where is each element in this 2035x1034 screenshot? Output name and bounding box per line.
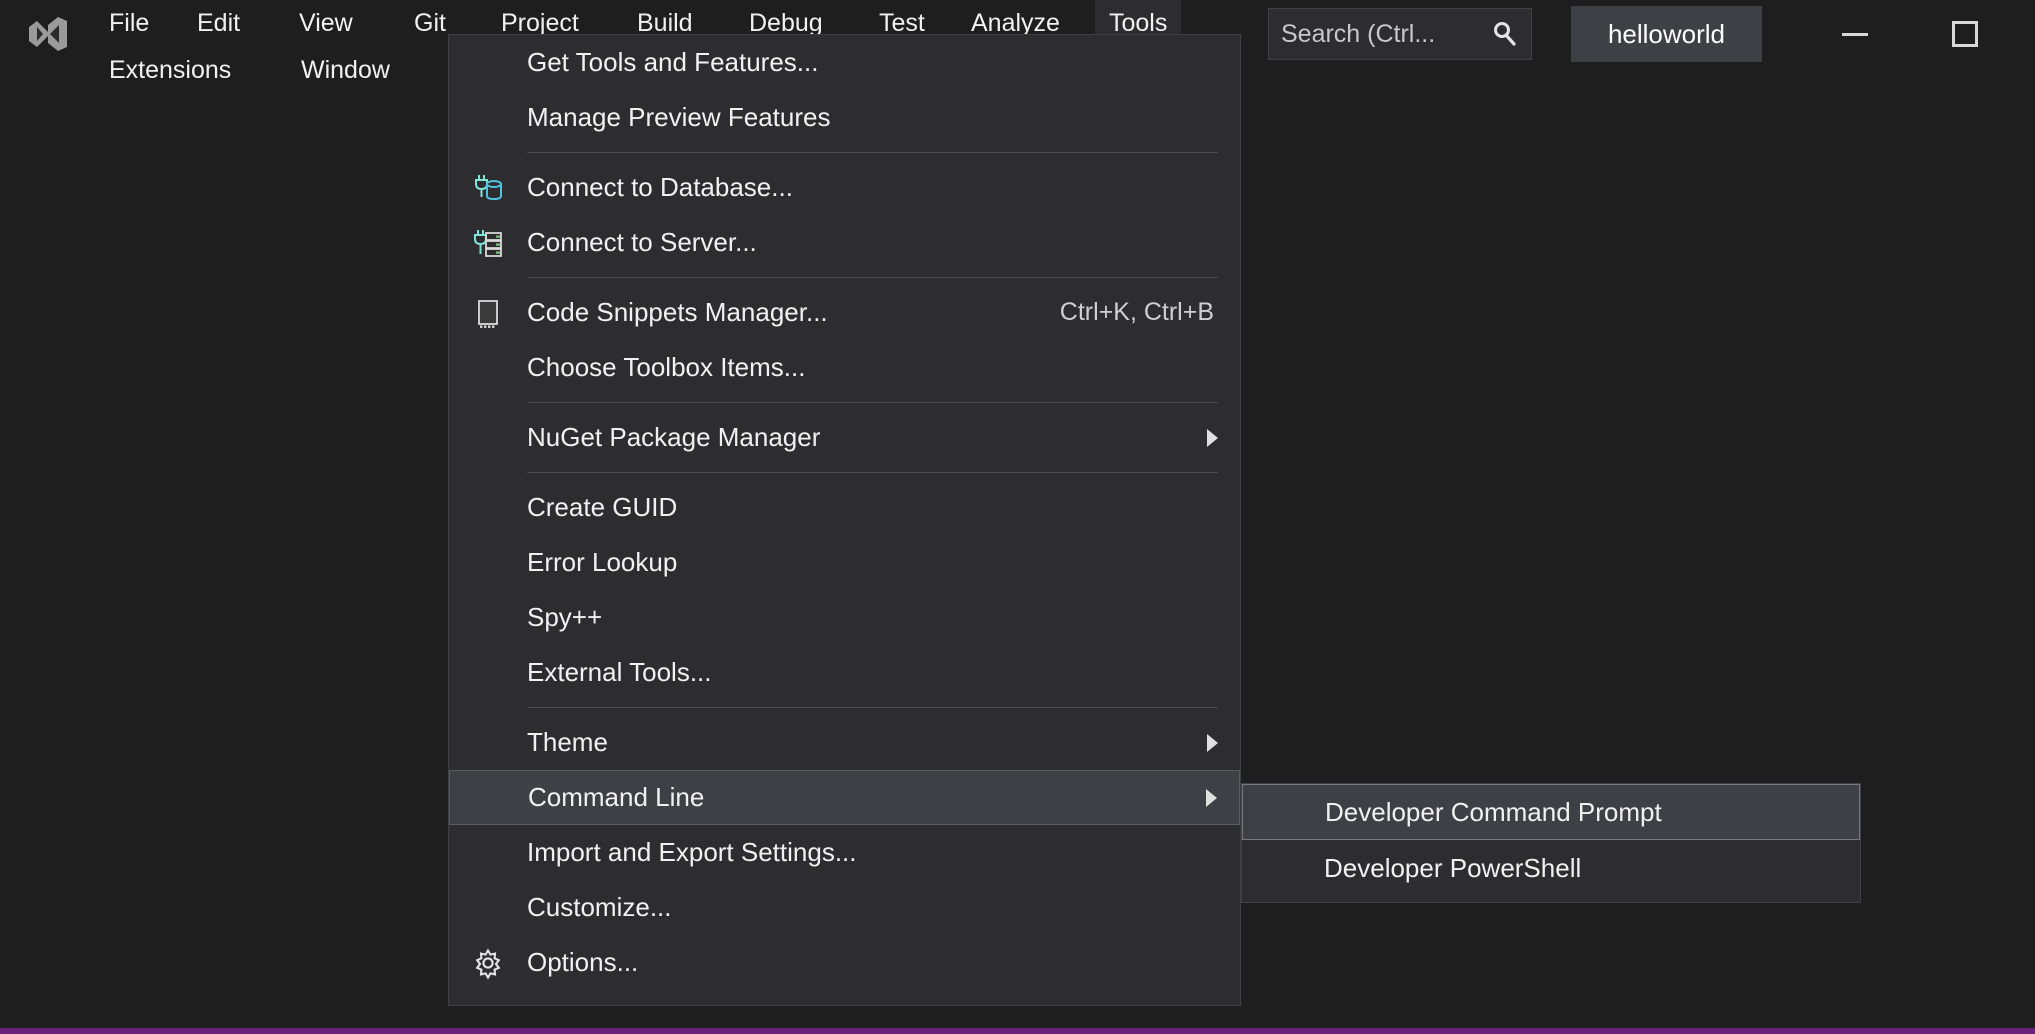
- menu-item-manage-preview-features[interactable]: Manage Preview Features: [449, 90, 1240, 145]
- solution-name-label: helloworld: [1608, 19, 1725, 50]
- maximize-icon: [1952, 21, 1978, 47]
- menu-item-label: Code Snippets Manager...: [527, 297, 1060, 328]
- menu-item-label: Get Tools and Features...: [527, 47, 1240, 78]
- maximize-button[interactable]: [1925, 6, 2005, 62]
- connect-to-server-icon: [449, 226, 527, 260]
- submenu-item-label: Developer Command Prompt: [1325, 797, 1662, 828]
- tools-menu-dropdown: Get Tools and Features... Manage Preview…: [448, 34, 1241, 1006]
- menu-item-label: Choose Toolbox Items...: [527, 352, 1240, 383]
- menu-edit-label: Edit: [197, 9, 240, 38]
- menu-extensions-label: Extensions: [109, 56, 231, 85]
- menu-extensions[interactable]: Extensions: [95, 47, 245, 94]
- menu-item-label: Spy++: [527, 602, 1240, 633]
- menu-view[interactable]: View: [285, 0, 367, 47]
- menu-item-error-lookup[interactable]: Error Lookup: [449, 535, 1240, 590]
- menu-item-external-tools[interactable]: External Tools...: [449, 645, 1240, 700]
- menu-item-spy-plus-plus[interactable]: Spy++: [449, 590, 1240, 645]
- menu-item-label: Command Line: [528, 782, 1183, 813]
- search-icon: [1491, 20, 1519, 48]
- menu-item-options[interactable]: Options...: [449, 935, 1240, 990]
- submenu-item-developer-command-prompt[interactable]: Developer Command Prompt: [1242, 784, 1860, 840]
- menu-item-choose-toolbox-items[interactable]: Choose Toolbox Items...: [449, 340, 1240, 395]
- menu-item-theme[interactable]: Theme: [449, 715, 1240, 770]
- menu-item-label: NuGet Package Manager: [527, 422, 1184, 453]
- menu-separator: [527, 402, 1218, 403]
- minimize-icon: [1842, 33, 1868, 36]
- submenu-item-developer-powershell[interactable]: Developer PowerShell: [1242, 840, 1860, 896]
- menu-file[interactable]: File: [95, 0, 163, 47]
- menu-item-label: Manage Preview Features: [527, 102, 1240, 133]
- menu-item-shortcut: Ctrl+K, Ctrl+B: [1060, 298, 1240, 327]
- menu-item-code-snippets-manager[interactable]: Code Snippets Manager... Ctrl+K, Ctrl+B: [449, 285, 1240, 340]
- menu-item-label: Customize...: [527, 892, 1240, 923]
- submenu-arrow-icon: [1184, 734, 1240, 752]
- menu-item-label: Error Lookup: [527, 547, 1240, 578]
- visual-studio-window: File Edit View Git Project Build Debug T…: [0, 0, 2035, 1034]
- menu-item-connect-to-database[interactable]: Connect to Database...: [449, 160, 1240, 215]
- menu-window-label: Window: [301, 56, 390, 85]
- options-gear-icon: [449, 946, 527, 980]
- menu-separator: [527, 707, 1218, 708]
- search-placeholder: Search (Ctrl...: [1281, 20, 1491, 49]
- status-bar: [0, 1028, 2035, 1034]
- menu-item-label: Connect to Server...: [527, 227, 1240, 258]
- menu-item-command-line[interactable]: Command Line: [449, 770, 1240, 825]
- menu-separator: [527, 472, 1218, 473]
- submenu-item-label: Developer PowerShell: [1324, 853, 1581, 884]
- submenu-arrow-icon: [1183, 789, 1239, 807]
- menu-item-label: Theme: [527, 727, 1184, 758]
- command-line-submenu: Developer Command Prompt Developer Power…: [1241, 783, 1861, 903]
- menu-edit[interactable]: Edit: [183, 0, 254, 47]
- connect-to-database-icon: [449, 171, 527, 205]
- menu-item-label: External Tools...: [527, 657, 1240, 688]
- visual-studio-logo-icon: [25, 11, 71, 57]
- code-snippets-manager-icon: [449, 296, 527, 330]
- search-input[interactable]: Search (Ctrl...: [1268, 8, 1532, 60]
- minimize-button[interactable]: [1815, 6, 1895, 62]
- menu-item-label: Create GUID: [527, 492, 1240, 523]
- menu-item-label: Connect to Database...: [527, 172, 1240, 203]
- menu-separator: [527, 152, 1218, 153]
- menu-window[interactable]: Window: [287, 47, 404, 94]
- menu-git-label: Git: [414, 9, 446, 38]
- menu-item-label: Options...: [527, 947, 1240, 978]
- menu-item-get-tools-and-features[interactable]: Get Tools and Features...: [449, 35, 1240, 90]
- menu-file-label: File: [109, 9, 149, 38]
- menu-view-label: View: [299, 9, 353, 38]
- menu-item-create-guid[interactable]: Create GUID: [449, 480, 1240, 535]
- menu-separator: [527, 277, 1218, 278]
- menu-item-import-and-export-settings[interactable]: Import and Export Settings...: [449, 825, 1240, 880]
- menu-item-label: Import and Export Settings...: [527, 837, 1240, 868]
- solution-name-button[interactable]: helloworld: [1571, 6, 1762, 62]
- menu-item-connect-to-server[interactable]: Connect to Server...: [449, 215, 1240, 270]
- menu-item-customize[interactable]: Customize...: [449, 880, 1240, 935]
- menu-item-nuget-package-manager[interactable]: NuGet Package Manager: [449, 410, 1240, 465]
- submenu-arrow-icon: [1184, 429, 1240, 447]
